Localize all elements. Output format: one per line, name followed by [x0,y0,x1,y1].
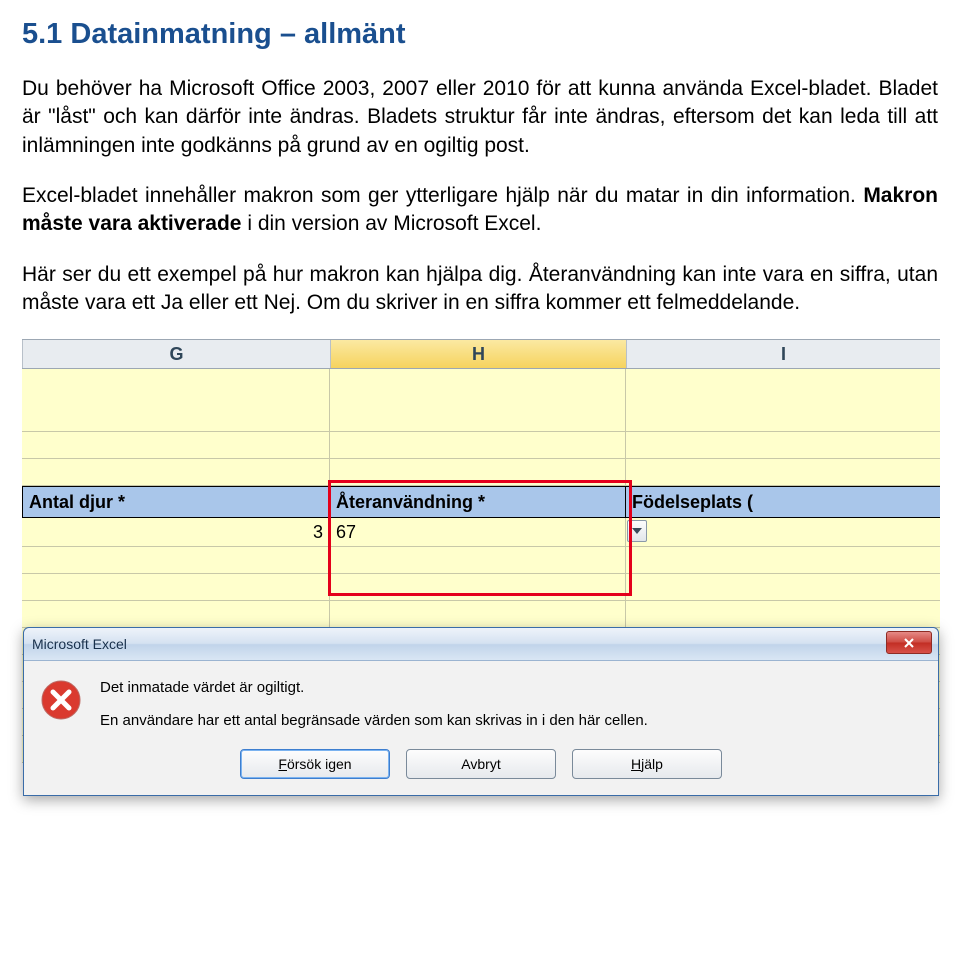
cell-empty[interactable] [626,432,940,458]
column-header-h[interactable]: H [331,340,627,368]
cell-fodelseplats[interactable] [626,518,940,546]
column-header-i[interactable]: I [627,340,940,368]
error-dialog: Microsoft Excel [23,627,939,796]
cell-empty[interactable] [22,547,330,573]
cell-empty[interactable] [330,601,626,627]
paragraph-1: Du behöver ha Microsoft Office 2003, 200… [22,75,938,160]
cell-empty[interactable] [330,574,626,600]
retry-mnemonic: F [278,756,287,772]
cell-empty[interactable] [626,459,940,485]
paragraph-2a: Excel-bladet innehåller makron som ger y… [22,184,863,207]
cell-antal-djur[interactable]: 3 [22,518,330,546]
paragraph-2: Excel-bladet innehåller makron som ger y… [22,182,938,239]
dialog-text: Det inmatade värdet är ogiltigt. En anvä… [100,679,922,729]
help-mnemonic: H [631,756,641,772]
close-icon [903,637,915,649]
cell-empty[interactable] [626,547,940,573]
data-row-1: 3 67 [22,518,940,547]
paragraph-3: Här ser du ett exempel på hur makron kan… [22,261,938,318]
excel-screenshot: G H I Antal djur * [22,339,940,769]
cell-ateranvandning[interactable]: 67 [330,518,626,546]
cell-empty[interactable] [22,459,330,485]
dialog-message-1: Det inmatade värdet är ogiltigt. [100,679,922,696]
cell-empty[interactable] [330,432,626,458]
cell-empty[interactable] [330,369,626,431]
error-icon [40,679,82,721]
dialog-title: Microsoft Excel [32,636,127,652]
cell-empty[interactable] [22,369,330,431]
column-header-row: G H I [22,339,940,369]
cell-empty[interactable] [22,574,330,600]
help-rest: jälp [641,756,663,772]
cell-empty[interactable] [22,601,330,627]
cancel-label: Avbryt [461,756,500,772]
column-header-g[interactable]: G [22,340,331,368]
table-header-row: Antal djur * Återanvändning * Födelsepla… [22,486,940,518]
cell-empty[interactable] [626,369,940,431]
cell-empty[interactable] [330,547,626,573]
header-fodelseplats[interactable]: Födelseplats ( [626,487,940,517]
header-ateranvandning[interactable]: Återanvändning * [330,487,626,517]
section-heading: 5.1 Datainmatning – allmänt [22,18,938,51]
cell-value: 67 [336,522,356,543]
paragraph-2b: i din version av Microsoft Excel. [242,212,542,235]
retry-button[interactable]: Försök igen [240,749,390,779]
cancel-button[interactable]: Avbryt [406,749,556,779]
retry-rest: örsök igen [287,756,352,772]
dialog-button-row: Försök igen Avbryt Hjälp [24,741,938,795]
close-button[interactable] [886,631,932,654]
cell-empty[interactable] [626,574,940,600]
cell-empty[interactable] [626,601,940,627]
cell-empty[interactable] [330,459,626,485]
dialog-message-2: En användare har ett antal begränsade vä… [100,712,922,729]
header-antal-djur[interactable]: Antal djur * [22,487,330,517]
cell-empty[interactable] [22,432,330,458]
help-button[interactable]: Hjälp [572,749,722,779]
dialog-titlebar[interactable]: Microsoft Excel [24,628,938,661]
dialog-body: Det inmatade värdet är ogiltigt. En anvä… [24,661,938,741]
